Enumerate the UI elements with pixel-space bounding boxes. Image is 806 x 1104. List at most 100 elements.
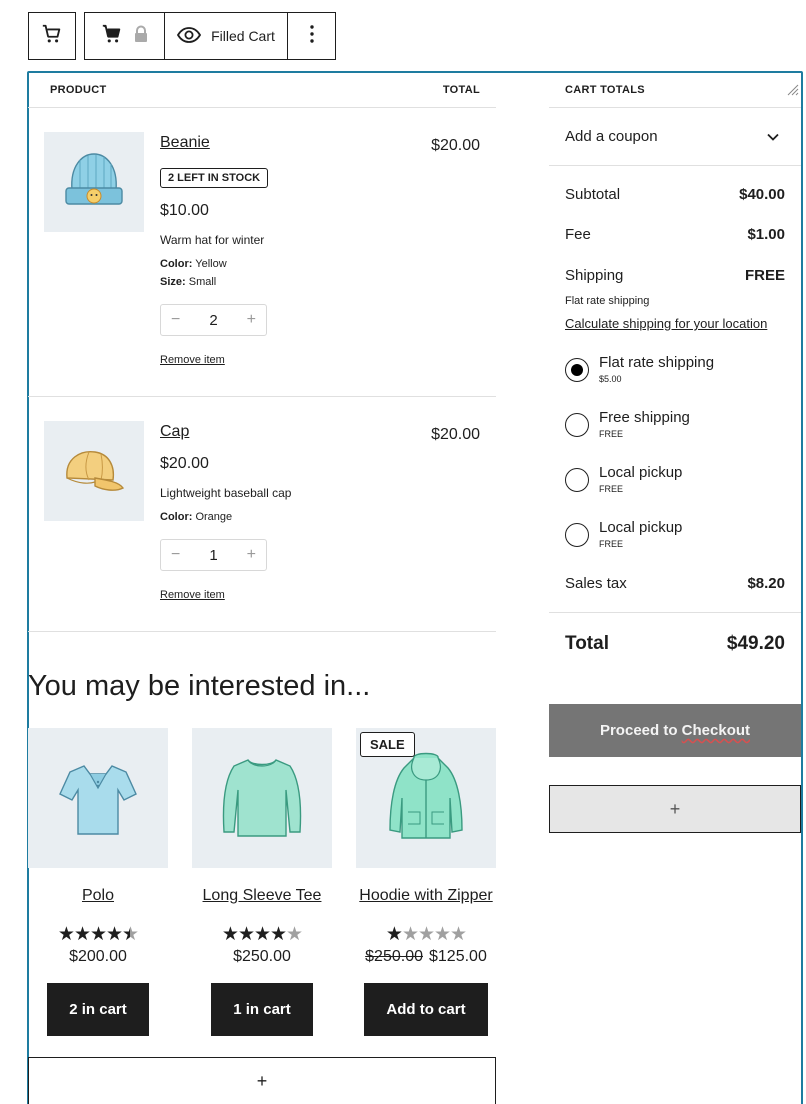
variation-size: Size: Small (160, 276, 216, 288)
radio-button[interactable] (565, 523, 589, 547)
cart-icon (41, 23, 63, 50)
variation-color: Color: Yellow (160, 258, 227, 270)
increase-quantity-button[interactable]: + (247, 546, 256, 564)
product-image[interactable] (28, 728, 168, 868)
star-icon: ★★★★ (57, 924, 123, 945)
product-name-link[interactable]: Hoodie with Zipper (356, 887, 496, 905)
shipping-option[interactable]: Free shipping FREE (565, 409, 690, 439)
cart-totals-header: CART TOTALS (549, 72, 801, 108)
shipping-option-price: FREE (599, 539, 624, 549)
calculate-shipping-link[interactable]: Calculate shipping for your location (565, 316, 767, 331)
lock-icon (133, 25, 149, 48)
quantity-stepper: − 2 + (160, 304, 267, 336)
decrease-quantity-button[interactable]: − (171, 546, 180, 564)
in-cart-button[interactable]: 2 in cart (47, 983, 149, 1036)
radio-button[interactable] (565, 468, 589, 492)
product-image[interactable] (192, 728, 332, 868)
increase-quantity-button[interactable]: + (247, 311, 256, 329)
add-to-cart-button[interactable]: Add to cart (364, 983, 488, 1036)
options-button[interactable] (287, 13, 335, 59)
total-label: Total (565, 633, 609, 654)
star-rating: ★★★★★ (28, 925, 168, 944)
sale-price: $125.00 (429, 948, 487, 965)
shipping-row: Shipping FREE (565, 267, 785, 284)
shipping-option[interactable]: Local pickup FREE (565, 464, 682, 494)
shipping-option[interactable]: Flat rate shipping $5.00 (565, 354, 714, 384)
product-card: Polo ★★★★★ $200.00 2 in cart (28, 728, 168, 1036)
product-name-link[interactable]: Beanie (160, 134, 210, 152)
coupon-toggle[interactable]: Add a coupon (549, 108, 801, 166)
star-empty-icon: ★ (286, 924, 303, 945)
product-price: $250.00 (233, 948, 291, 965)
product-description: Warm hat for winter (160, 233, 265, 247)
product-image[interactable] (44, 132, 144, 232)
cart-item: Cap $20.00 $20.00 Lightweight baseball c… (28, 397, 496, 632)
fee-row: Fee $1.00 (565, 226, 785, 243)
radio-button[interactable] (565, 358, 589, 382)
beanie-icon (65, 153, 123, 205)
sale-badge: SALE (360, 732, 415, 757)
product-name-link[interactable]: Polo (28, 887, 168, 905)
meta-value: Yellow (195, 258, 227, 270)
product-image[interactable] (44, 421, 144, 521)
shipping-option-label: Free shipping (599, 409, 690, 426)
product-description: Lightweight baseball cap (160, 486, 292, 500)
total-row: Total $49.20 (565, 633, 785, 655)
fee-value: $1.00 (747, 226, 785, 243)
checkout-label-1: Proceed to (599, 722, 678, 739)
subtotal-value: $40.00 (739, 186, 785, 203)
quantity-input[interactable]: 1 (209, 547, 217, 564)
product-image[interactable]: SALE (356, 728, 496, 868)
star-icon: ★★★★ (221, 924, 287, 945)
product-name-link[interactable]: Cap (160, 423, 189, 441)
low-stock-badge: 2 LEFT IN STOCK (160, 168, 269, 188)
meta-label: Color: (160, 258, 193, 270)
quantity-input[interactable]: 2 (209, 312, 217, 329)
remove-item-link[interactable]: Remove item (160, 354, 225, 366)
shipping-label: Shipping (565, 267, 624, 284)
hoodie-icon (389, 752, 463, 839)
divider (549, 612, 801, 613)
cart-item: Beanie $20.00 2 LEFT IN STOCK $10.00 War… (28, 108, 496, 397)
cross-sells-title: You may be interested in... (28, 670, 371, 702)
product-name-link[interactable]: Long Sleeve Tee (192, 887, 332, 905)
shipping-option-price: FREE (599, 429, 624, 439)
star-empty-icon: ★★★★ (401, 924, 467, 945)
radio-button[interactable] (565, 413, 589, 437)
radio-selected-dot (571, 364, 583, 376)
fee-label: Fee (565, 226, 591, 243)
chevron-down-icon (767, 128, 779, 145)
shipping-option-price: $5.00 (599, 374, 622, 384)
meta-label: Size: (160, 276, 186, 288)
cart-totals-column: CART TOTALS Add a coupon Subtotal $40.00… (549, 72, 801, 833)
add-block-button[interactable]: + (28, 1057, 496, 1104)
block-toolbar-group: Filled Cart (84, 12, 336, 60)
more-vertical-icon (309, 24, 314, 48)
half-star-icon: ★ (122, 924, 139, 945)
star-icon: ★ (385, 924, 403, 945)
subtotal-row: Subtotal $40.00 (565, 186, 785, 203)
proceed-to-checkout-button[interactable]: Proceed to Checkout (549, 704, 801, 757)
in-cart-button[interactable]: 1 in cart (211, 983, 313, 1036)
checkout-label-2: Checkout (681, 722, 751, 739)
cart-items-column: PRODUCT TOTAL Beanie $20.00 2 LEFT IN ST… (28, 72, 496, 1104)
decrease-quantity-button[interactable]: − (171, 311, 180, 329)
shipping-option-label: Local pickup (599, 519, 683, 536)
star-rating: ★★★★★ (356, 925, 496, 944)
shipping-option-price: FREE (599, 484, 624, 494)
quantity-stepper: − 1 + (160, 539, 267, 571)
add-block-button[interactable]: + (549, 785, 801, 833)
tax-label: Sales tax (565, 575, 627, 592)
cap-icon (66, 451, 125, 491)
coupon-label: Add a coupon (565, 128, 658, 145)
shipping-option[interactable]: Local pickup FREE (565, 519, 682, 549)
block-type-button[interactable] (85, 13, 164, 59)
tax-value: $8.20 (747, 575, 785, 592)
cart-block-button[interactable] (28, 12, 76, 60)
eye-icon (177, 26, 202, 46)
meta-value: Small (188, 276, 217, 288)
unit-price: $10.00 (160, 202, 209, 219)
product-column-header: PRODUCT (50, 84, 107, 96)
remove-item-link[interactable]: Remove item (160, 589, 225, 601)
view-switcher-button[interactable]: Filled Cart (164, 13, 287, 59)
